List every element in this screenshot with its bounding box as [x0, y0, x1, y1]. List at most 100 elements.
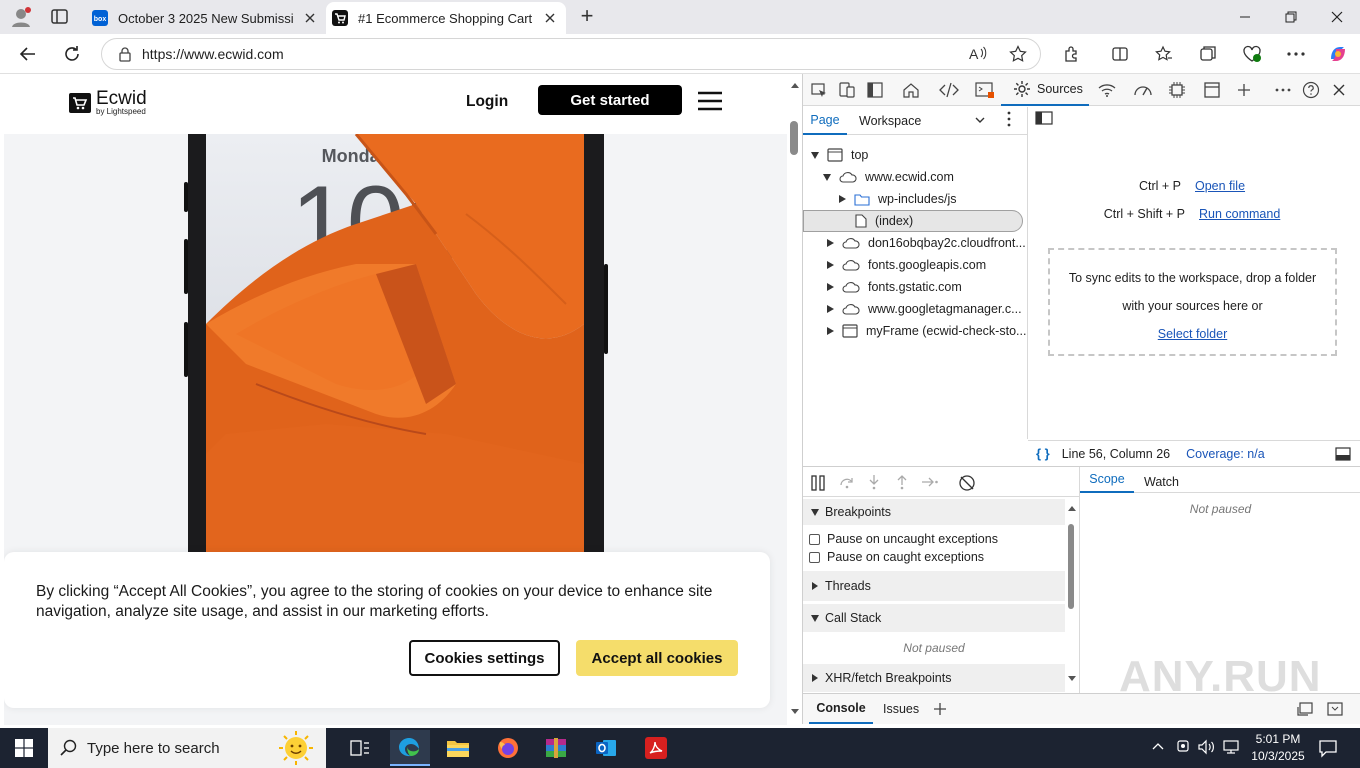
- meet-now-icon[interactable]: [1176, 739, 1190, 755]
- minimize-icon[interactable]: [1222, 0, 1268, 34]
- copilot-icon[interactable]: [1326, 42, 1350, 66]
- step-over-icon[interactable]: [839, 475, 855, 489]
- volume-icon[interactable]: [1198, 739, 1216, 755]
- elements-tool-icon[interactable]: [939, 80, 959, 100]
- collections-icon[interactable]: [1196, 42, 1220, 66]
- call-stack-section-header[interactable]: Call Stack: [803, 604, 1065, 632]
- close-tab-icon[interactable]: [302, 10, 318, 26]
- tab-console[interactable]: Console: [809, 694, 873, 724]
- address-bar[interactable]: https://www.ecwid.com: [101, 38, 1041, 70]
- deactivate-breakpoints-icon[interactable]: [958, 474, 976, 492]
- breakpoints-section-header[interactable]: Breakpoints: [803, 499, 1065, 525]
- extensions-icon[interactable]: [1060, 42, 1084, 66]
- console-tool-icon[interactable]: [975, 80, 995, 100]
- outlook-icon[interactable]: [586, 732, 626, 764]
- favorite-star-icon[interactable]: [1006, 42, 1030, 66]
- network-icon[interactable]: [1222, 739, 1240, 755]
- checkbox[interactable]: [809, 551, 820, 563]
- tab-actions-icon[interactable]: [50, 8, 70, 26]
- toggle-navigator-icon[interactable]: [1035, 111, 1053, 125]
- step-into-icon[interactable]: [867, 474, 881, 490]
- scrollbar-thumb[interactable]: [790, 121, 798, 155]
- checkbox[interactable]: [809, 533, 820, 545]
- tree-item-index[interactable]: (index): [855, 210, 913, 232]
- task-view-icon[interactable]: [340, 732, 380, 764]
- login-link[interactable]: Login: [466, 93, 508, 111]
- tab-workspace[interactable]: Workspace: [859, 114, 921, 128]
- taskbar-clock[interactable]: 5:01 PM 10/3/2025: [1248, 731, 1308, 765]
- memory-tool-icon[interactable]: [1167, 80, 1187, 100]
- performance-tool-icon[interactable]: [1133, 80, 1153, 100]
- restore-icon[interactable]: [1268, 0, 1314, 34]
- add-tool-icon[interactable]: [1234, 80, 1254, 100]
- navigator-more-icon[interactable]: [1007, 111, 1011, 127]
- refresh-icon[interactable]: [60, 42, 84, 66]
- close-window-icon[interactable]: [1314, 0, 1360, 34]
- xhr-breakpoints-section-header[interactable]: XHR/fetch Breakpoints: [803, 664, 1065, 692]
- new-tab-button[interactable]: +: [576, 5, 598, 28]
- pause-uncaught-checkbox[interactable]: Pause on uncaught exceptions: [809, 532, 998, 546]
- workspace-drop-zone[interactable]: To sync edits to the workspace, drop a f…: [1048, 248, 1337, 356]
- step-icon[interactable]: [921, 476, 939, 488]
- accept-all-cookies-button[interactable]: Accept all cookies: [576, 640, 738, 676]
- edge-taskbar-icon[interactable]: [390, 730, 430, 766]
- network-tool-icon[interactable]: [1097, 80, 1117, 100]
- close-tab-icon[interactable]: [542, 10, 558, 26]
- tree-item-www-ecwid-com[interactable]: www.ecwid.com: [823, 166, 954, 188]
- tab-box-submission[interactable]: box October 3 2025 New Submission: [86, 2, 326, 34]
- tree-item-cloudfront[interactable]: don16obqbay2c.cloudfront...: [827, 232, 1026, 254]
- dock-drawer-icon[interactable]: [1297, 702, 1313, 716]
- favorites-icon[interactable]: [1152, 42, 1176, 66]
- select-folder-link[interactable]: Select folder: [1050, 320, 1335, 348]
- scrollbar-thumb[interactable]: [1068, 524, 1074, 609]
- pause-caught-checkbox[interactable]: Pause on caught exceptions: [809, 550, 984, 564]
- pause-icon[interactable]: [811, 475, 825, 491]
- profile-icon[interactable]: [8, 5, 34, 29]
- welcome-home-icon[interactable]: [901, 80, 921, 100]
- read-aloud-icon[interactable]: A: [966, 42, 990, 66]
- browser-essentials-icon[interactable]: [1240, 42, 1264, 66]
- device-emulation-icon[interactable]: [837, 80, 857, 100]
- help-icon[interactable]: [1301, 80, 1321, 100]
- ecwid-logo[interactable]: Ecwid by Lightspeed: [68, 89, 147, 116]
- pretty-print-icon[interactable]: { }: [1036, 446, 1050, 461]
- cookies-settings-button[interactable]: Cookies settings: [409, 640, 560, 676]
- inspect-element-icon[interactable]: [809, 80, 829, 100]
- tab-ecwid[interactable]: #1 Ecommerce Shopping Cart & C: [326, 2, 566, 34]
- application-tool-icon[interactable]: [1202, 80, 1222, 100]
- tree-item-googletagmanager[interactable]: www.googletagmanager.c...: [827, 298, 1022, 320]
- tree-item-wp-includes[interactable]: wp-includes/js: [839, 188, 957, 210]
- tree-item-fonts-gstatic[interactable]: fonts.gstatic.com: [827, 276, 962, 298]
- tab-watch[interactable]: Watch: [1144, 475, 1179, 489]
- get-started-button[interactable]: Get started: [538, 85, 682, 115]
- acrobat-icon[interactable]: [636, 732, 676, 764]
- devtools-more-icon[interactable]: [1273, 80, 1293, 100]
- windows-start-icon[interactable]: [4, 732, 44, 764]
- tab-issues[interactable]: Issues: [883, 702, 919, 716]
- sources-tab[interactable]: Sources: [1001, 74, 1089, 106]
- chevron-down-icon[interactable]: [973, 113, 987, 127]
- close-devtools-icon[interactable]: [1329, 80, 1349, 100]
- show-drawer-icon[interactable]: [1335, 446, 1351, 461]
- tab-scope[interactable]: Scope: [1080, 467, 1134, 493]
- add-drawer-tab-icon[interactable]: [933, 702, 947, 716]
- notifications-icon[interactable]: [1318, 738, 1338, 758]
- dock-side-icon[interactable]: [865, 80, 885, 100]
- show-hidden-icons-icon[interactable]: [1152, 741, 1164, 751]
- debugger-scrollbar[interactable]: [1065, 504, 1077, 690]
- close-drawer-icon[interactable]: [1327, 702, 1343, 716]
- step-out-icon[interactable]: [895, 474, 909, 490]
- page-scrollbar[interactable]: [787, 75, 802, 725]
- lock-icon[interactable]: [118, 46, 132, 62]
- open-file-link[interactable]: Open file: [1195, 179, 1245, 193]
- tab-page[interactable]: Page: [803, 107, 847, 135]
- tree-item-myframe[interactable]: myFrame (ecwid-check-sto...: [827, 320, 1026, 342]
- winrar-icon[interactable]: [536, 732, 576, 764]
- tree-item-top[interactable]: top: [811, 144, 868, 166]
- back-icon[interactable]: [16, 42, 40, 66]
- firefox-icon[interactable]: [488, 732, 528, 764]
- hamburger-menu-icon[interactable]: [698, 91, 722, 111]
- split-screen-icon[interactable]: [1108, 42, 1132, 66]
- coverage-status[interactable]: Coverage: n/a: [1186, 447, 1265, 461]
- taskbar-search-box[interactable]: Type here to search: [48, 728, 326, 768]
